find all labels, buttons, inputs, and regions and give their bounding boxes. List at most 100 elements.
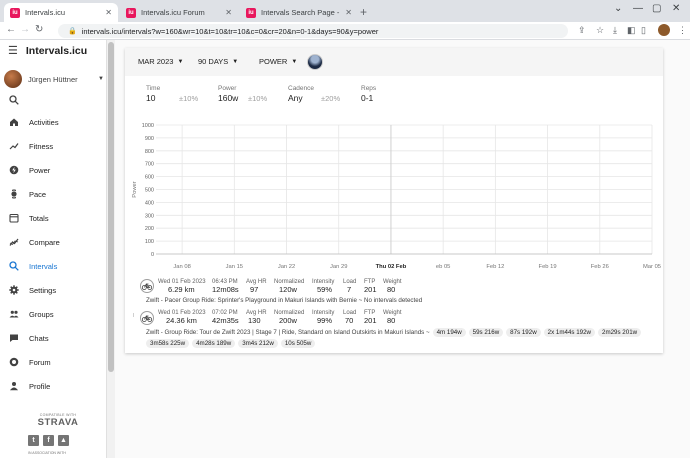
interval-chip[interactable]: 2m29s 201w: [598, 328, 642, 337]
activity-intensity: 99%: [317, 316, 333, 325]
new-tab-icon[interactable]: +: [360, 5, 367, 19]
y-tick-label: 100: [145, 239, 154, 245]
x-tick-label: Jan 22: [278, 264, 295, 270]
brand-name[interactable]: Intervals.icu: [26, 45, 87, 57]
maximize-icon[interactable]: ▢: [652, 3, 661, 14]
activity-2-description[interactable]: Zwift - Group Ride: Tour de Zwift 2023 |…: [146, 329, 430, 336]
sidebar-item-totals[interactable]: Totals: [0, 206, 106, 230]
close-tab-icon[interactable]: ✕: [225, 8, 232, 17]
facebook-icon[interactable]: f: [43, 435, 54, 446]
activity-1-stats[interactable]: Wed 01 Feb 2023 6.29 km 06:43 PM 12m08s Av…: [158, 279, 413, 294]
activity-weight-stat: Weight 80: [383, 279, 413, 294]
y-tick-label: 800: [145, 149, 154, 155]
sidebar-item-profile[interactable]: Profile: [0, 374, 106, 398]
metric-select[interactable]: POWER ▼: [259, 57, 297, 66]
x-tick-label: Jan 29: [330, 264, 347, 270]
sidebar-item-forum[interactable]: Forum: [0, 350, 106, 374]
caret-down-icon: ▼: [98, 76, 104, 82]
filter-power-value[interactable]: 160w: [218, 93, 238, 103]
sidebar-item-groups[interactable]: Groups: [0, 302, 106, 326]
activity-np-stat: Normalized 120w: [274, 279, 312, 294]
extensions-icon[interactable]: ◧: [627, 25, 636, 36]
menu-kebab-icon[interactable]: ⋮: [678, 25, 687, 36]
interval-chip[interactable]: 10s 505w: [280, 339, 316, 348]
browser-tab-search[interactable]: iu Intervals Search Page - Not showi ✕: [240, 3, 358, 22]
interval-chip[interactable]: 3m58s 225w: [146, 339, 190, 348]
sidebar-item-chats[interactable]: Chats: [0, 326, 106, 350]
forward-icon[interactable]: →: [20, 24, 30, 35]
sidebar-item-power[interactable]: Power: [0, 158, 106, 182]
month-select[interactable]: MAR 2023 ▼: [138, 57, 183, 66]
activity-np-stat: Normalized 200w: [274, 310, 312, 325]
caret-down-icon: ▼: [291, 58, 298, 65]
close-tab-icon[interactable]: ✕: [105, 8, 112, 17]
chat-icon: [10, 334, 18, 342]
sidebar-scrollbar-thumb[interactable]: [108, 42, 114, 372]
sidebar-item-label: Forum: [29, 357, 51, 367]
close-tab-icon[interactable]: ✕: [345, 8, 352, 17]
interval-chip[interactable]: 87s 192w: [506, 328, 541, 337]
athlete-avatar[interactable]: [307, 54, 323, 70]
hamburger-menu-icon[interactable]: ☰: [8, 44, 18, 57]
twitter-icon[interactable]: t: [28, 435, 39, 446]
activity-intensity: 59%: [317, 285, 333, 294]
filter-cadence-value[interactable]: Any: [288, 93, 303, 103]
y-tick-label: 300: [145, 213, 154, 219]
activity-time-stat: 06:43 PM 12m08s: [212, 279, 246, 294]
sidepanel-icon[interactable]: ▯: [641, 25, 646, 36]
filter-cadence-tolerance[interactable]: ±20%: [321, 94, 340, 103]
minimize-icon[interactable]: —: [633, 3, 643, 14]
sidebar-item-settings[interactable]: Settings: [0, 278, 106, 302]
filter-time-tolerance[interactable]: ±10%: [179, 94, 198, 103]
tab-label: Intervals.icu: [25, 8, 66, 17]
filter-reps-label: Reps: [361, 85, 377, 92]
gear-icon: [9, 285, 19, 295]
strava-club-icon[interactable]: ▲: [58, 435, 69, 446]
lock-icon: 🔒: [68, 28, 77, 35]
share-icon[interactable]: ⇪: [578, 25, 586, 36]
activity-hr-stat: Avg HR 97: [246, 279, 274, 294]
activity-1-description[interactable]: Zwift - Pacer Group Ride: Sprinter's Pla…: [146, 297, 422, 304]
sidebar-item-compare[interactable]: Compare: [0, 230, 106, 254]
lightning-icon: [9, 165, 19, 175]
days-select[interactable]: 90 DAYS ▼: [198, 57, 238, 66]
y-tick-label: 400: [145, 200, 154, 206]
activity-np: 120w: [279, 285, 297, 294]
filter-reps-value[interactable]: 0-1: [361, 93, 373, 103]
user-menu[interactable]: Jürgen Hüttner ▼: [4, 70, 104, 88]
activity-2-stats[interactable]: Wed 01 Feb 2023 24.36 km 07:02 PM 42m35s A…: [158, 310, 413, 325]
sidebar-item-activities[interactable]: Activities: [0, 110, 106, 134]
search-icon[interactable]: [9, 95, 19, 107]
power-chart[interactable]: 0 100 200 300 400 500 600 700 800 900 1000 Jan 08 Ja…: [130, 116, 662, 274]
back-icon[interactable]: ←: [6, 24, 16, 35]
filter-time-value[interactable]: 10: [146, 93, 155, 103]
strava-badge[interactable]: COMPATIBLE WITH STRAVA: [28, 413, 88, 428]
activity-duration: 42m35s: [212, 316, 239, 325]
sidebar-item-label: Fitness: [29, 141, 54, 151]
browser-tab-forum[interactable]: iu Intervals.icu Forum ✕: [120, 3, 238, 22]
sidebar-item-pace[interactable]: Pace: [0, 182, 106, 206]
interval-chip[interactable]: 4m 194w: [432, 328, 466, 337]
close-window-icon[interactable]: ✕: [672, 3, 680, 14]
sidebar-item-fitness[interactable]: Fitness: [0, 134, 106, 158]
caret-down-icon: ▼: [232, 58, 239, 65]
profile-avatar[interactable]: [658, 24, 670, 36]
sidebar-item-label: Chats: [29, 333, 49, 343]
star-icon[interactable]: ☆: [596, 25, 604, 36]
activity-load-stat: Load 70: [343, 310, 364, 325]
browser-tab-intervals[interactable]: iu Intervals.icu ✕: [4, 3, 118, 22]
activity-load: 70: [345, 316, 354, 325]
sidebar-item-intervals[interactable]: Intervals: [0, 254, 106, 278]
filter-power-tolerance[interactable]: ±10%: [248, 94, 267, 103]
y-tick-label: 200: [145, 226, 154, 232]
reload-icon[interactable]: ↻: [35, 24, 43, 35]
interval-chip[interactable]: 59s 216w: [468, 328, 504, 337]
download-icon[interactable]: ⤓: [613, 25, 617, 36]
filter-cadence-label: Cadence: [288, 85, 315, 92]
x-tick-label: Feb 26: [591, 264, 609, 270]
interval-chip[interactable]: 2x 1m44s 192w: [543, 328, 596, 337]
chevron-down-icon[interactable]: ⌄: [614, 3, 622, 14]
interval-chip[interactable]: 4m28s 189w: [192, 339, 236, 348]
address-bar[interactable]: 🔒 intervals.icu/intervals?w=160&wr=10&t=…: [58, 24, 568, 38]
interval-chip[interactable]: 3m4s 212w: [238, 339, 278, 348]
